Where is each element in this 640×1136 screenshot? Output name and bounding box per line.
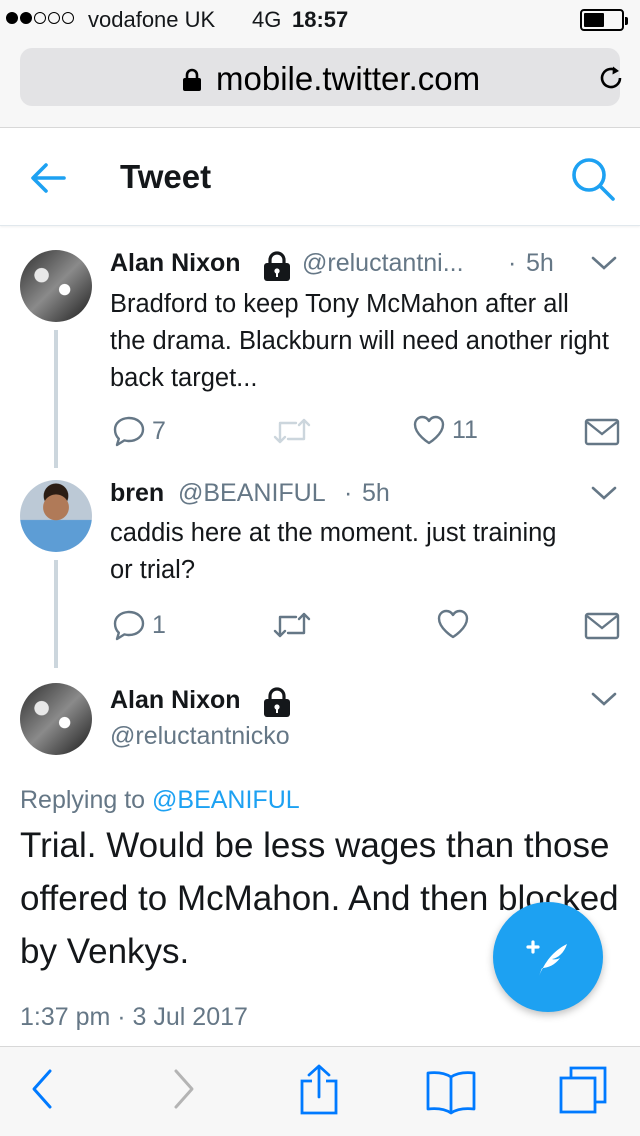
browser-address-area: mobile.twitter.com [0, 40, 640, 128]
heart-icon [437, 609, 469, 639]
meta-separator: · [344, 479, 353, 507]
protected-lock-icon [264, 251, 290, 281]
author-name[interactable]: bren [110, 479, 164, 508]
browser-forward-icon[interactable] [170, 1067, 198, 1111]
avatar[interactable] [20, 250, 92, 322]
page-title: Tweet [120, 158, 212, 195]
tweet-text: Bradford to keep Tony McMahon after all … [110, 290, 609, 392]
tweet-header: Tweet [0, 128, 640, 226]
like-count: 11 [452, 415, 478, 444]
tweet-text: caddis here at the moment. just training… [110, 519, 557, 584]
share-icon[interactable] [298, 1063, 340, 1117]
tweet-timestamp: 1:37 pm · 3 Jul 2017 [20, 1003, 248, 1031]
retweet-button[interactable] [272, 610, 312, 640]
author-handle[interactable]: @reluctantnicko [110, 722, 290, 751]
lock-icon [183, 68, 201, 91]
chevron-down-icon[interactable] [590, 690, 618, 708]
compose-tweet-button[interactable] [493, 902, 603, 1012]
avatar[interactable] [20, 480, 92, 552]
replying-prefix: Replying to [20, 786, 146, 814]
author-name[interactable]: Alan Nixon [110, 686, 241, 715]
retweet-button[interactable] [272, 416, 312, 446]
search-icon[interactable] [570, 156, 616, 202]
browser-toolbar [0, 1046, 640, 1136]
author-name[interactable]: Alan Nixon [110, 249, 241, 278]
tweet-time: 5h [526, 249, 554, 277]
feather-plus-icon [526, 940, 567, 976]
tweet-time: 5h [362, 479, 390, 507]
tabs-icon[interactable] [558, 1065, 608, 1115]
speech-bubble-icon [113, 416, 145, 447]
battery-icon [580, 9, 628, 31]
signal-strength-icon [6, 12, 74, 24]
browser-back-icon[interactable] [28, 1067, 56, 1111]
status-bar: vodafone UK 4G 18:57 [0, 0, 640, 40]
retweet-icon [273, 418, 311, 444]
reply-button[interactable]: 7 [112, 414, 166, 448]
url-text: mobile.twitter.com [216, 60, 481, 97]
like-button[interactable] [436, 608, 470, 640]
carrier-name: vodafone UK [88, 7, 216, 32]
avatar[interactable] [20, 683, 92, 755]
speech-bubble-icon [113, 610, 145, 641]
chevron-down-icon[interactable] [590, 484, 618, 502]
address-bar[interactable]: mobile.twitter.com [20, 48, 622, 106]
thread-line [54, 560, 58, 668]
reply-count: 1 [152, 610, 166, 639]
envelope-icon[interactable] [584, 612, 620, 640]
arrow-left-icon[interactable] [28, 158, 68, 198]
status-time: 18:57 [292, 7, 349, 32]
replying-to: Replying to @BEANIFUL [20, 786, 300, 815]
replying-to-link[interactable]: @BEANIFUL [152, 786, 300, 814]
meta-separator: · [508, 249, 517, 277]
reply-button[interactable]: 1 [112, 608, 166, 642]
bookmarks-icon[interactable] [424, 1069, 478, 1115]
envelope-icon[interactable] [584, 418, 620, 446]
retweet-icon [273, 612, 311, 638]
thread-line [54, 330, 58, 468]
chevron-down-icon[interactable] [590, 254, 618, 272]
author-handle[interactable]: @reluctantni... [302, 249, 464, 278]
protected-lock-icon [264, 687, 290, 717]
reload-icon[interactable] [596, 63, 626, 93]
network-type: 4G [252, 7, 282, 32]
like-button[interactable]: 11 [412, 414, 478, 446]
heart-icon [413, 415, 445, 445]
author-handle[interactable]: @BEANIFUL [178, 479, 326, 508]
reply-count: 7 [152, 416, 166, 445]
